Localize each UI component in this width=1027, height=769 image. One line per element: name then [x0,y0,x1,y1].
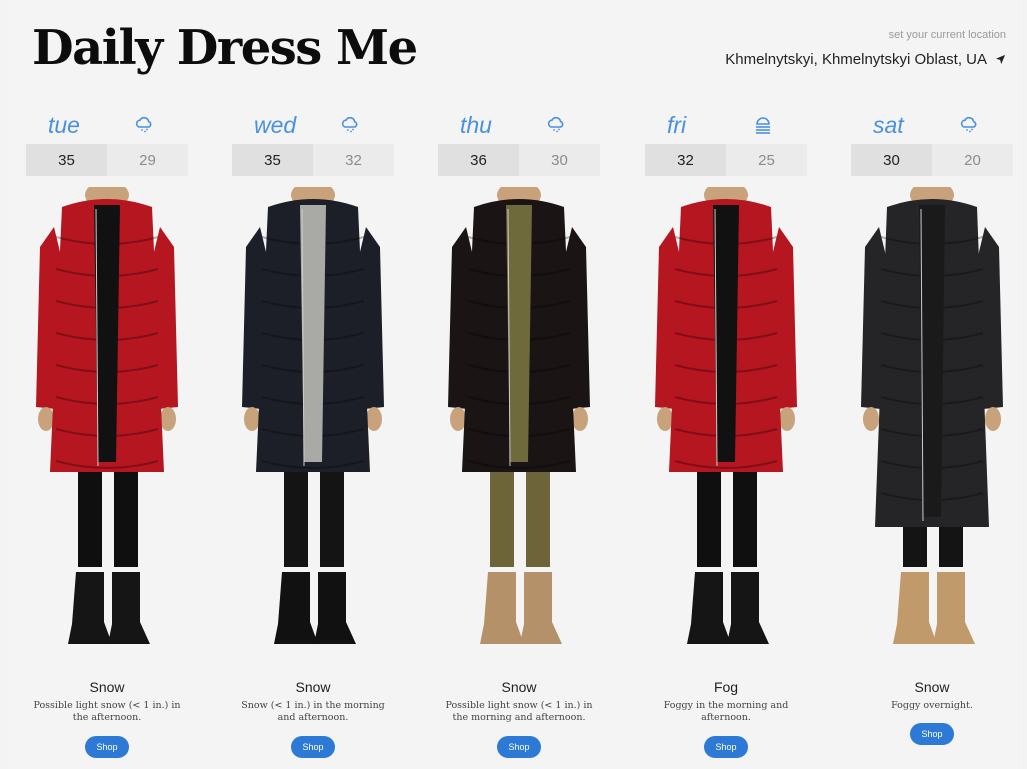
shop-button[interactable]: Shop [497,735,541,758]
day-column-fri: fri 32 25 Fog Foggy in the morning and a… [645,110,807,758]
weather-summary: Snow [295,679,331,695]
high-temp: 35 [232,144,313,176]
temperature-range: 36 30 [438,144,600,176]
outfit-figure [242,187,384,644]
weather-summary: Fog [713,679,739,695]
day-name: sat [873,112,904,138]
weather-description: Foggy overnight. [891,700,973,711]
weather-description: Foggy in the morning and afternoon. [663,700,789,724]
outfit-image[interactable] [26,187,188,665]
shop-button[interactable]: Shop [85,735,129,758]
location-arrow-icon [995,54,1006,65]
weather-description: Possible light snow (< 1 in.) in the aft… [33,700,181,724]
shop-button[interactable]: Shop [704,735,748,758]
shop-button[interactable]: Shop [910,723,954,746]
set-location-link[interactable]: set your current location [889,29,1006,41]
low-temp: 25 [726,144,807,176]
temperature-range: 30 20 [851,144,1013,176]
day-name: wed [254,112,297,138]
weather-description: Snow (< 1 in.) in the morning and aftern… [241,700,385,724]
high-temp: 30 [851,144,932,176]
fog-icon [756,117,770,134]
outfit-figure [448,187,590,644]
day-column-tue: tue 35 29 Snow Possible light snow (< 1 … [26,110,188,758]
low-temp: 30 [519,144,600,176]
outfit-image[interactable] [645,187,807,665]
outfit-figure [655,187,797,644]
location-text: Khmelnytskyi, Khmelnytskyi Oblast, UA [725,51,987,68]
rain-cloud-icon [960,116,977,133]
weather-summary: Snow [501,679,537,695]
high-temp: 32 [645,144,726,176]
shop-button[interactable]: Shop [291,735,335,758]
low-temp: 32 [313,144,394,176]
day-column-sat: sat 30 20 Snow Foggy overnight. Shop [851,110,1013,746]
high-temp: 35 [26,144,107,176]
weather-description: Possible light snow (< 1 in.) in the mor… [445,700,593,724]
outfit-image[interactable] [232,187,394,665]
day-name: fri [667,112,687,138]
rain-cloud-icon [547,116,564,133]
day-name: tue [48,112,80,138]
temperature-range: 32 25 [645,144,807,176]
day-column-wed: wed 35 32 Snow Snow (< 1 in.) in the mor… [232,110,394,758]
day-name: thu [460,112,492,138]
current-location[interactable]: Khmelnytskyi, Khmelnytskyi Oblast, UA [725,51,1006,68]
weather-summary: Snow [89,679,125,695]
high-temp: 36 [438,144,519,176]
rain-cloud-icon [341,116,358,133]
day-column-thu: thu 36 30 Snow Possible light snow (< 1 … [438,110,600,758]
low-temp: 20 [932,144,1013,176]
temperature-range: 35 29 [26,144,188,176]
temperature-range: 35 32 [232,144,394,176]
outfit-image[interactable] [438,187,600,665]
logo: Daily Dress Me [32,20,418,76]
outfit-figure [861,187,1003,644]
weather-summary: Snow [914,679,950,695]
page: Daily Dress Me set your current location… [7,0,1020,769]
outfit-image[interactable] [851,187,1013,665]
rain-cloud-icon [135,116,152,133]
outfit-figure [36,187,178,644]
low-temp: 29 [107,144,188,176]
